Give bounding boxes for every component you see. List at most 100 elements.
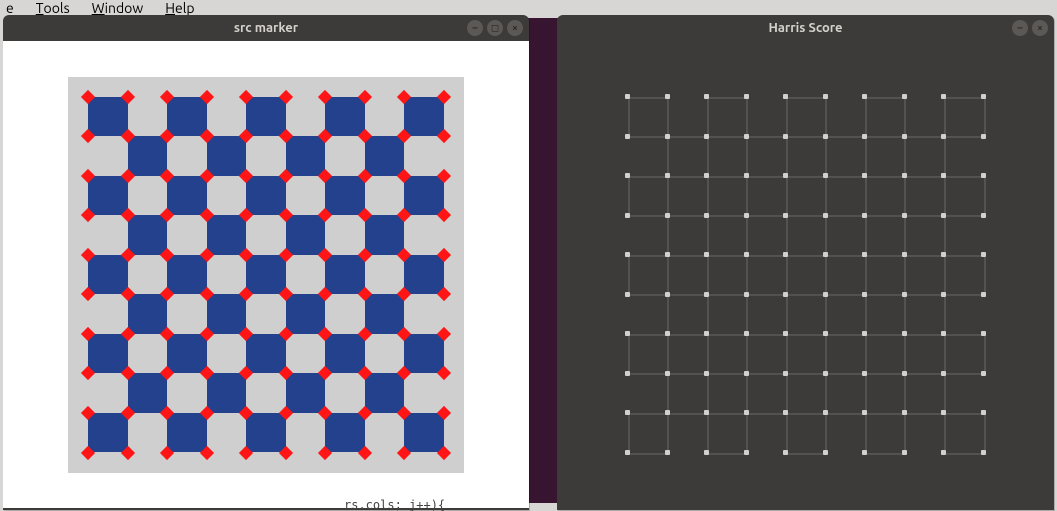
- close-icon[interactable]: ×: [507, 20, 523, 36]
- edge: [628, 97, 668, 99]
- square-dark: [325, 97, 365, 137]
- edge: [944, 255, 984, 257]
- square-dark: [404, 334, 444, 374]
- square-dark: [286, 373, 326, 413]
- titlebar[interactable]: Harris Score – ×: [557, 15, 1054, 41]
- edge: [825, 373, 865, 375]
- titlebar[interactable]: src marker – ◻ ×: [3, 15, 529, 41]
- edge: [865, 373, 867, 413]
- edge: [628, 215, 668, 217]
- window-title: src marker: [234, 21, 298, 35]
- edge: [825, 294, 865, 296]
- edge: [667, 136, 669, 176]
- harris-corner-point: [783, 252, 788, 257]
- edge: [904, 373, 906, 413]
- edge: [786, 334, 788, 374]
- edge: [944, 255, 946, 295]
- edge: [944, 334, 946, 374]
- window-controls[interactable]: – ×: [1012, 20, 1048, 36]
- edge: [746, 97, 748, 137]
- edge: [944, 215, 946, 255]
- harris-corner-point: [704, 94, 709, 99]
- harris-corner-point: [981, 450, 986, 455]
- harris-corner-point: [981, 331, 986, 336]
- harris-corner-point: [744, 292, 749, 297]
- square-dark: [207, 215, 247, 255]
- close-icon[interactable]: ×: [1032, 20, 1048, 36]
- window-controls[interactable]: – ◻ ×: [467, 20, 523, 36]
- edge: [707, 373, 709, 413]
- harris-corner-point: [665, 134, 670, 139]
- edge: [904, 255, 944, 257]
- edge: [786, 373, 788, 413]
- square-dark: [404, 413, 444, 453]
- harris-corner-point: [665, 94, 670, 99]
- square-light: [286, 97, 326, 137]
- menu-item[interactable]: e: [4, 0, 16, 16]
- edge: [707, 136, 747, 138]
- harris-grid: [628, 97, 984, 453]
- edge: [904, 255, 906, 295]
- edge: [825, 97, 827, 137]
- square-light: [246, 294, 286, 334]
- minimize-icon[interactable]: –: [467, 20, 483, 36]
- edge: [746, 136, 786, 138]
- edge: [746, 176, 786, 178]
- square-light: [207, 255, 247, 295]
- harris-corner-point: [902, 94, 907, 99]
- edge: [707, 255, 709, 295]
- chessboard-frame: [68, 77, 464, 473]
- square-dark: [404, 255, 444, 295]
- square-light: [207, 334, 247, 374]
- edge: [628, 453, 668, 455]
- harris-corner-point: [862, 173, 867, 178]
- harris-corner-point: [981, 410, 986, 415]
- square-light: [246, 215, 286, 255]
- square-dark: [207, 294, 247, 334]
- edge: [746, 373, 748, 413]
- edge: [944, 97, 946, 137]
- edge: [904, 136, 944, 138]
- harris-corner-point: [704, 410, 709, 415]
- harris-corner-point: [823, 371, 828, 376]
- square-dark: [167, 255, 207, 295]
- square-light: [325, 215, 365, 255]
- minimize-icon[interactable]: –: [1012, 20, 1028, 36]
- edge: [944, 373, 946, 413]
- menu-window[interactable]: Window: [90, 0, 146, 16]
- edge: [865, 294, 905, 296]
- square-dark: [246, 255, 286, 295]
- edge: [628, 334, 630, 374]
- edge: [707, 255, 747, 257]
- maximize-icon[interactable]: ◻: [487, 20, 503, 36]
- window-harris-score[interactable]: Harris Score – ×: [557, 15, 1054, 510]
- harris-corner-point: [625, 371, 630, 376]
- edge: [825, 334, 827, 374]
- square-light: [325, 294, 365, 334]
- square-dark: [207, 136, 247, 176]
- harris-corner-point: [823, 252, 828, 257]
- menu-tools[interactable]: Tools: [34, 0, 72, 16]
- edge: [707, 294, 709, 334]
- window-src-marker[interactable]: src marker – ◻ ×: [3, 15, 529, 510]
- square-light: [365, 334, 405, 374]
- square-dark: [325, 334, 365, 374]
- harris-corner-point: [665, 450, 670, 455]
- harris-corner-point: [902, 173, 907, 178]
- edge: [746, 413, 786, 415]
- edge: [786, 413, 788, 453]
- menu-help[interactable]: Help: [163, 0, 196, 16]
- edge: [667, 294, 707, 296]
- edge: [667, 373, 669, 413]
- square-light: [128, 413, 168, 453]
- edge: [904, 215, 944, 217]
- harris-corner-point: [665, 410, 670, 415]
- harris-corner-point: [704, 173, 709, 178]
- menubar[interactable]: e Tools Window Help: [0, 0, 201, 16]
- edge: [746, 413, 748, 453]
- harris-corner-point: [941, 252, 946, 257]
- edge: [825, 215, 865, 217]
- edge: [984, 176, 986, 216]
- square-light: [88, 294, 128, 334]
- edge: [904, 294, 906, 334]
